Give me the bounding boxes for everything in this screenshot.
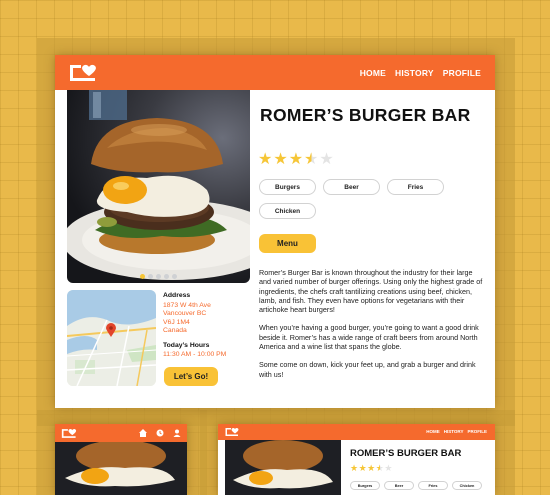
clock-icon[interactable] [156, 429, 164, 437]
tag-fries[interactable]: Fries [418, 481, 448, 490]
address-line[interactable]: Vancouver BC [163, 310, 226, 319]
rating-stars: ★★★★★ [350, 463, 393, 474]
restaurant-name: ROMER’S BURGER BAR [350, 448, 462, 459]
star-empty-icon: ★ [384, 463, 393, 473]
menu-button[interactable]: Menu [259, 234, 316, 253]
half-star-icon: ★ [304, 151, 320, 168]
desktop-frame: HOME HISTORY PROFILE ROMER’S BURGER BAR … [55, 55, 495, 408]
top-nav: HOME HISTORY PROFILE [55, 55, 495, 90]
tag-chicken[interactable]: Chicken [259, 203, 316, 219]
address-line[interactable]: V6J 1M4 [163, 319, 226, 328]
nav-profile[interactable]: PROFILE [443, 68, 481, 78]
half-star-icon: ★ [375, 463, 385, 473]
star-icon: ★ [288, 151, 305, 168]
nav-home[interactable]: HOME [426, 429, 440, 434]
star-icon: ★ [350, 463, 359, 473]
restaurant-photo[interactable] [67, 90, 250, 283]
logo-heart-icon [70, 64, 96, 81]
address-line[interactable]: Canada [163, 327, 226, 336]
nav-history[interactable]: HISTORY [444, 429, 464, 434]
star-icon: ★ [273, 151, 289, 168]
tag-chicken[interactable]: Chicken [452, 481, 482, 490]
tag-fries[interactable]: Fries [387, 179, 444, 195]
star-icon: ★ [258, 151, 274, 168]
tag-beer[interactable]: Beer [323, 179, 380, 195]
carousel-dot[interactable] [164, 274, 169, 279]
tablet-nav-links: HOME HISTORY PROFILE [426, 429, 487, 434]
nav-links: HOME HISTORY PROFILE [360, 68, 481, 78]
description-paragraph: Romer’s Burger Bar is known throughout t… [259, 268, 483, 315]
lets-go-button[interactable]: Let’s Go! [164, 367, 218, 386]
logo-heart-icon[interactable] [225, 427, 239, 437]
tag-burgers[interactable]: Burgers [350, 481, 380, 490]
profile-icon[interactable] [173, 429, 181, 437]
nav-history[interactable]: HISTORY [395, 68, 434, 78]
star-icon: ★ [358, 463, 368, 473]
carousel-dot[interactable] [148, 274, 153, 279]
description-paragraph: When you’re having a good burger, you’re… [259, 323, 479, 352]
map-pin-icon [106, 323, 116, 342]
nav-profile[interactable]: PROFILE [467, 429, 487, 434]
mobile-frame [55, 424, 187, 495]
star-empty-icon: ★ [319, 151, 335, 168]
star-icon: ★ [367, 463, 376, 473]
address-line[interactable]: 1873 W 4th Ave [163, 302, 226, 311]
restaurant-name: ROMER’S BURGER BAR [260, 105, 471, 125]
hours-value: 11:30 AM - 10:00 PM [163, 350, 227, 358]
rating-stars: ★★★★★ [258, 149, 335, 169]
mobile-nav-icons [139, 429, 181, 437]
mobile-photo[interactable] [55, 442, 187, 495]
carousel-dot[interactable] [172, 274, 177, 279]
location-map[interactable] [67, 290, 156, 386]
burger-image [233, 440, 333, 489]
hours-label: Today’s Hours [163, 341, 210, 349]
description-paragraph: Some come on down, kick your feet up, an… [259, 360, 476, 379]
address-block: Address 1873 W 4th Ave Vancouver BC V6J … [163, 292, 226, 359]
tag-burgers[interactable]: Burgers [259, 179, 316, 195]
carousel-dots [67, 272, 250, 279]
home-icon[interactable] [139, 429, 147, 437]
carousel-dot[interactable] [140, 274, 145, 279]
burger-image [65, 442, 175, 487]
tablet-frame: HOME HISTORY PROFILE ROMER’S BURGER BAR … [218, 424, 495, 495]
description: Romer’s Burger Bar is known throughout t… [259, 268, 483, 388]
carousel-dot[interactable] [156, 274, 161, 279]
tag-beer[interactable]: Beer [384, 481, 414, 490]
logo[interactable] [69, 63, 97, 88]
tablet-photo[interactable] [225, 440, 341, 495]
nav-home[interactable]: HOME [360, 68, 386, 78]
mobile-nav [55, 424, 187, 442]
burger-image [67, 90, 250, 280]
address-label: Address [163, 292, 191, 299]
tablet-nav: HOME HISTORY PROFILE [218, 424, 495, 440]
logo-heart-icon[interactable] [61, 428, 77, 439]
